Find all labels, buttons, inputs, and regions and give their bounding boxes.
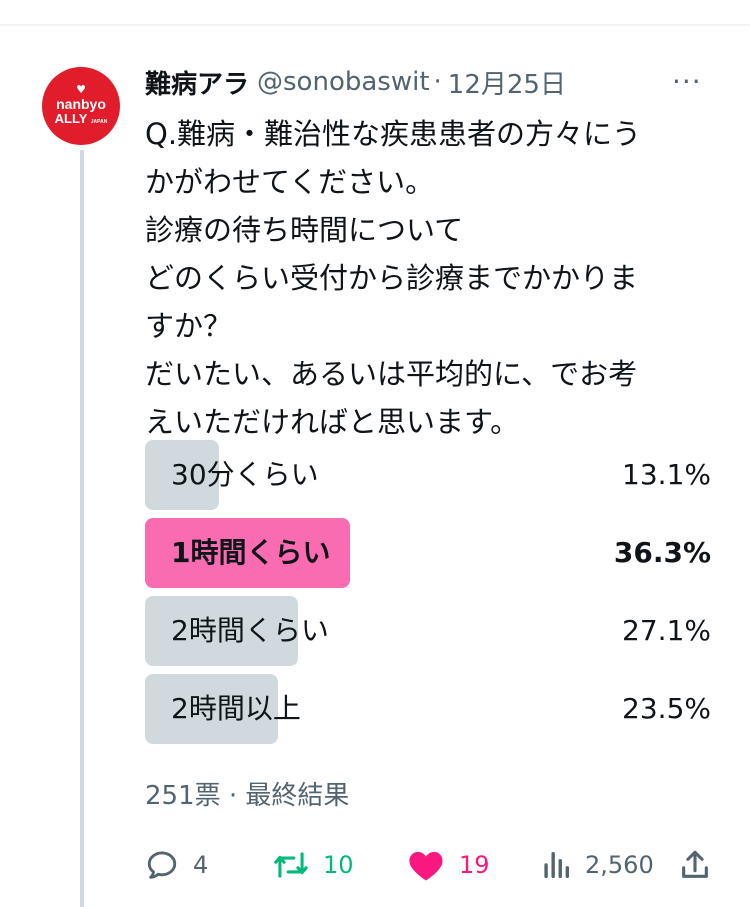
poll-option-percent: 13.1% (622, 458, 711, 491)
views-count: 2,560 (585, 851, 654, 879)
poll-option: 2時間くらい 27.1% (145, 596, 711, 666)
thread-line (80, 150, 84, 907)
poll-option-label: 1時間くらい (171, 536, 331, 569)
action-bar: 4 10 19 2,560 (145, 843, 711, 887)
heart-icon (407, 848, 445, 882)
tweet-date[interactable]: 12月25日 (448, 64, 566, 101)
tweet-text: Q.難病・難治性な疾患患者の方々にう かがわせてください。 診療の待ち時間につい… (145, 110, 725, 446)
poll-option-label: 30分くらい (171, 458, 319, 491)
poll-option: 2時間以上 23.5% (145, 674, 711, 744)
poll-meta: 251票 · 最終結果 (145, 781, 350, 811)
poll-option: 1時間くらい 36.3% (145, 518, 711, 588)
like-count: 19 (459, 851, 490, 879)
share-icon (679, 848, 711, 882)
reply-icon (145, 848, 179, 882)
retweet-button[interactable]: 10 (273, 843, 354, 887)
avatar-heart-icon: ♥ (76, 82, 86, 96)
share-button[interactable] (679, 843, 711, 887)
poll: 30分くらい 13.1% 1時間くらい 36.3% 2時間くらい 27.1% 2… (145, 440, 711, 752)
tweet-text-line: だいたい、あるいは平均的に、でお考 (145, 357, 638, 391)
retweet-count: 10 (323, 851, 354, 879)
tweet-text-line: 診療の待ち時間について (145, 213, 464, 247)
poll-option-percent: 36.3% (613, 536, 711, 569)
tweet-text-line: えいただければと思います。 (145, 405, 520, 439)
avatar-logo-line2: ALLY JAPAN (54, 110, 108, 129)
views-button[interactable]: 2,560 (541, 843, 654, 887)
retweet-icon (273, 848, 309, 882)
more-icon[interactable]: ··· (672, 62, 702, 102)
views-icon (541, 848, 571, 882)
poll-option: 30分くらい 13.1% (145, 440, 711, 510)
tweet-text-line: どのくらい受付から診療までかかりま (145, 261, 639, 295)
tweet-text-line: すか？ (145, 309, 233, 343)
tweet-text-line: Q.難病・難治性な疾患患者の方々にう (145, 117, 642, 151)
avatar-logo-sub: JAPAN (90, 118, 108, 125)
poll-option-percent: 27.1% (622, 614, 711, 647)
like-button[interactable]: 19 (407, 843, 490, 887)
poll-option-percent: 23.5% (622, 692, 711, 725)
avatar[interactable]: ♥ nanbyo ALLY JAPAN (42, 67, 120, 145)
display-name[interactable]: 難病アラ (145, 64, 249, 101)
avatar-logo-word: ALLY (54, 110, 88, 126)
user-handle[interactable]: @sonobaswit (257, 67, 430, 97)
poll-option-label: 2時間以上 (171, 692, 301, 725)
avatar-logo-line1: nanbyo (56, 95, 106, 112)
reply-button[interactable]: 4 (145, 843, 208, 887)
top-divider (0, 24, 750, 26)
reply-count: 4 (193, 851, 209, 879)
header-separator: · (433, 67, 442, 97)
poll-option-label: 2時間くらい (171, 614, 329, 647)
tweet-header: 難病アラ @sonobaswit · 12月25日 (145, 62, 566, 102)
tweet-text-line: かがわせてください。 (145, 165, 435, 199)
